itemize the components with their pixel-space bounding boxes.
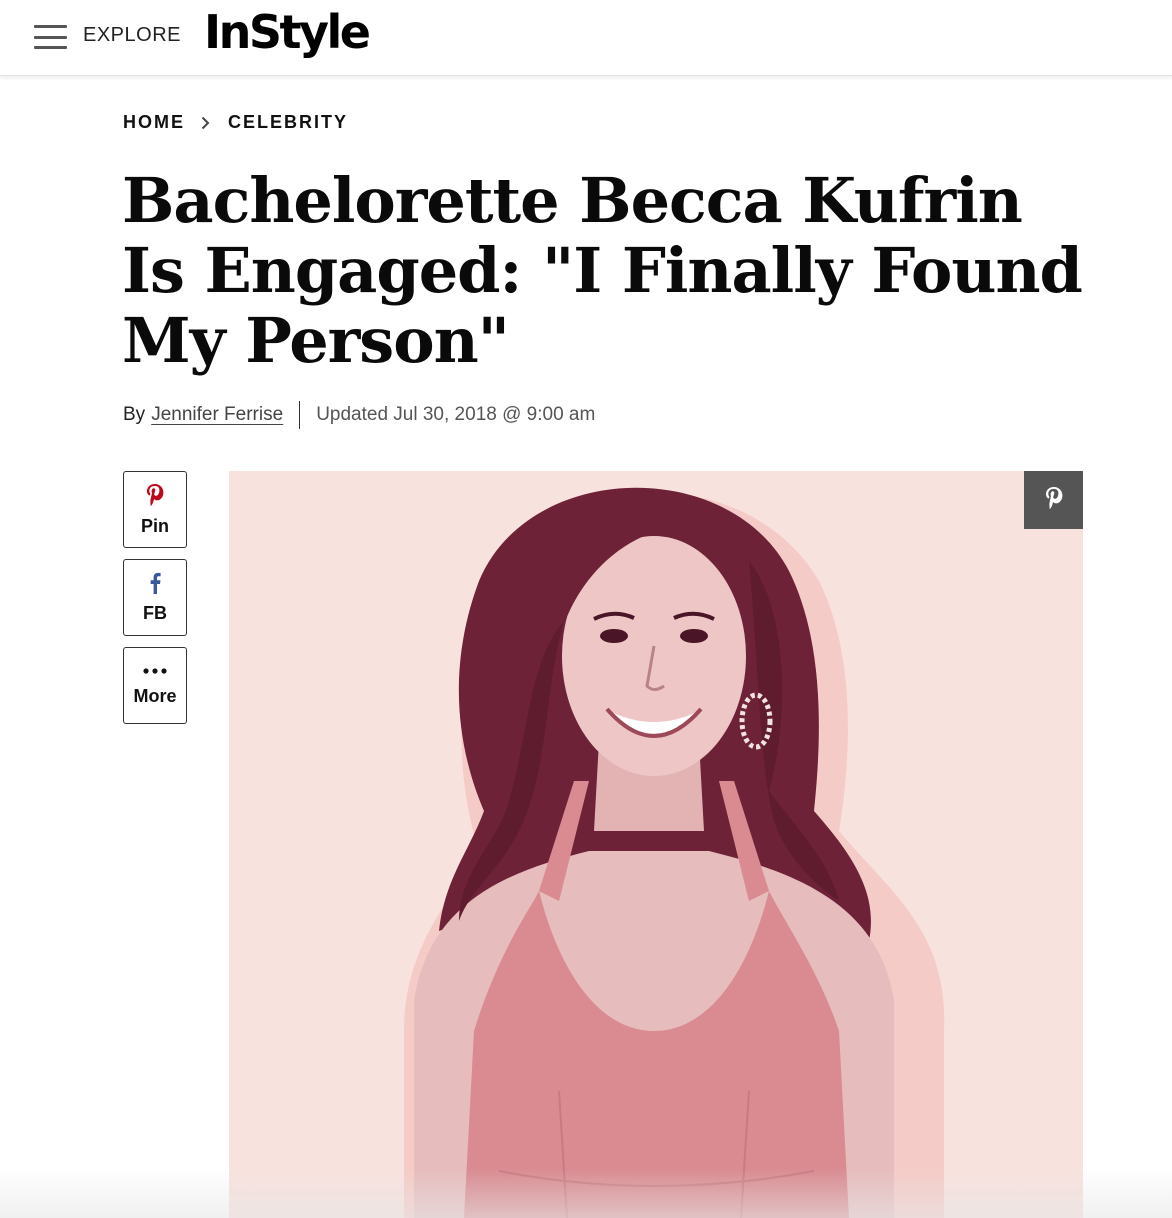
pinterest-icon xyxy=(1044,486,1064,515)
pinterest-icon xyxy=(145,483,165,512)
portrait-illustration xyxy=(404,487,945,1218)
facebook-share-button[interactable]: FB xyxy=(123,559,187,636)
share-buttons: Pin FB More xyxy=(123,471,187,735)
facebook-icon xyxy=(149,572,161,599)
pin-label: Pin xyxy=(140,515,169,536)
breadcrumb: HOME CELEBRITY xyxy=(123,112,348,133)
author-link[interactable]: Jennifer Ferrise xyxy=(151,404,283,426)
updated-date: Updated Jul 30, 2018 @ 9:00 am xyxy=(316,404,596,425)
hero-image xyxy=(229,471,1083,1218)
explore-link[interactable]: EXPLORE xyxy=(83,24,181,47)
more-dots-icon xyxy=(142,664,168,682)
image-pin-button[interactable] xyxy=(1024,471,1083,529)
breadcrumb-celebrity[interactable]: CELEBRITY xyxy=(228,112,348,133)
breadcrumb-home[interactable]: HOME xyxy=(123,112,185,133)
chevron-right-icon xyxy=(201,116,210,130)
more-label: More xyxy=(133,686,177,706)
byline: By Jennifer Ferrise Updated Jul 30, 2018… xyxy=(123,401,595,429)
more-share-button[interactable]: More xyxy=(123,647,187,724)
instyle-logo[interactable]: InStyle xyxy=(204,5,371,59)
fb-label: FB xyxy=(143,602,167,623)
article-title: Bachelorette Becca Kufrin Is Engaged: "I… xyxy=(122,164,1083,377)
pin-share-button[interactable]: Pin xyxy=(123,471,187,548)
byline-divider xyxy=(299,401,301,429)
top-navigation-bar: EXPLORE InStyle xyxy=(0,0,1172,76)
byline-prefix: By xyxy=(123,404,146,425)
hamburger-menu-icon[interactable] xyxy=(34,25,67,49)
